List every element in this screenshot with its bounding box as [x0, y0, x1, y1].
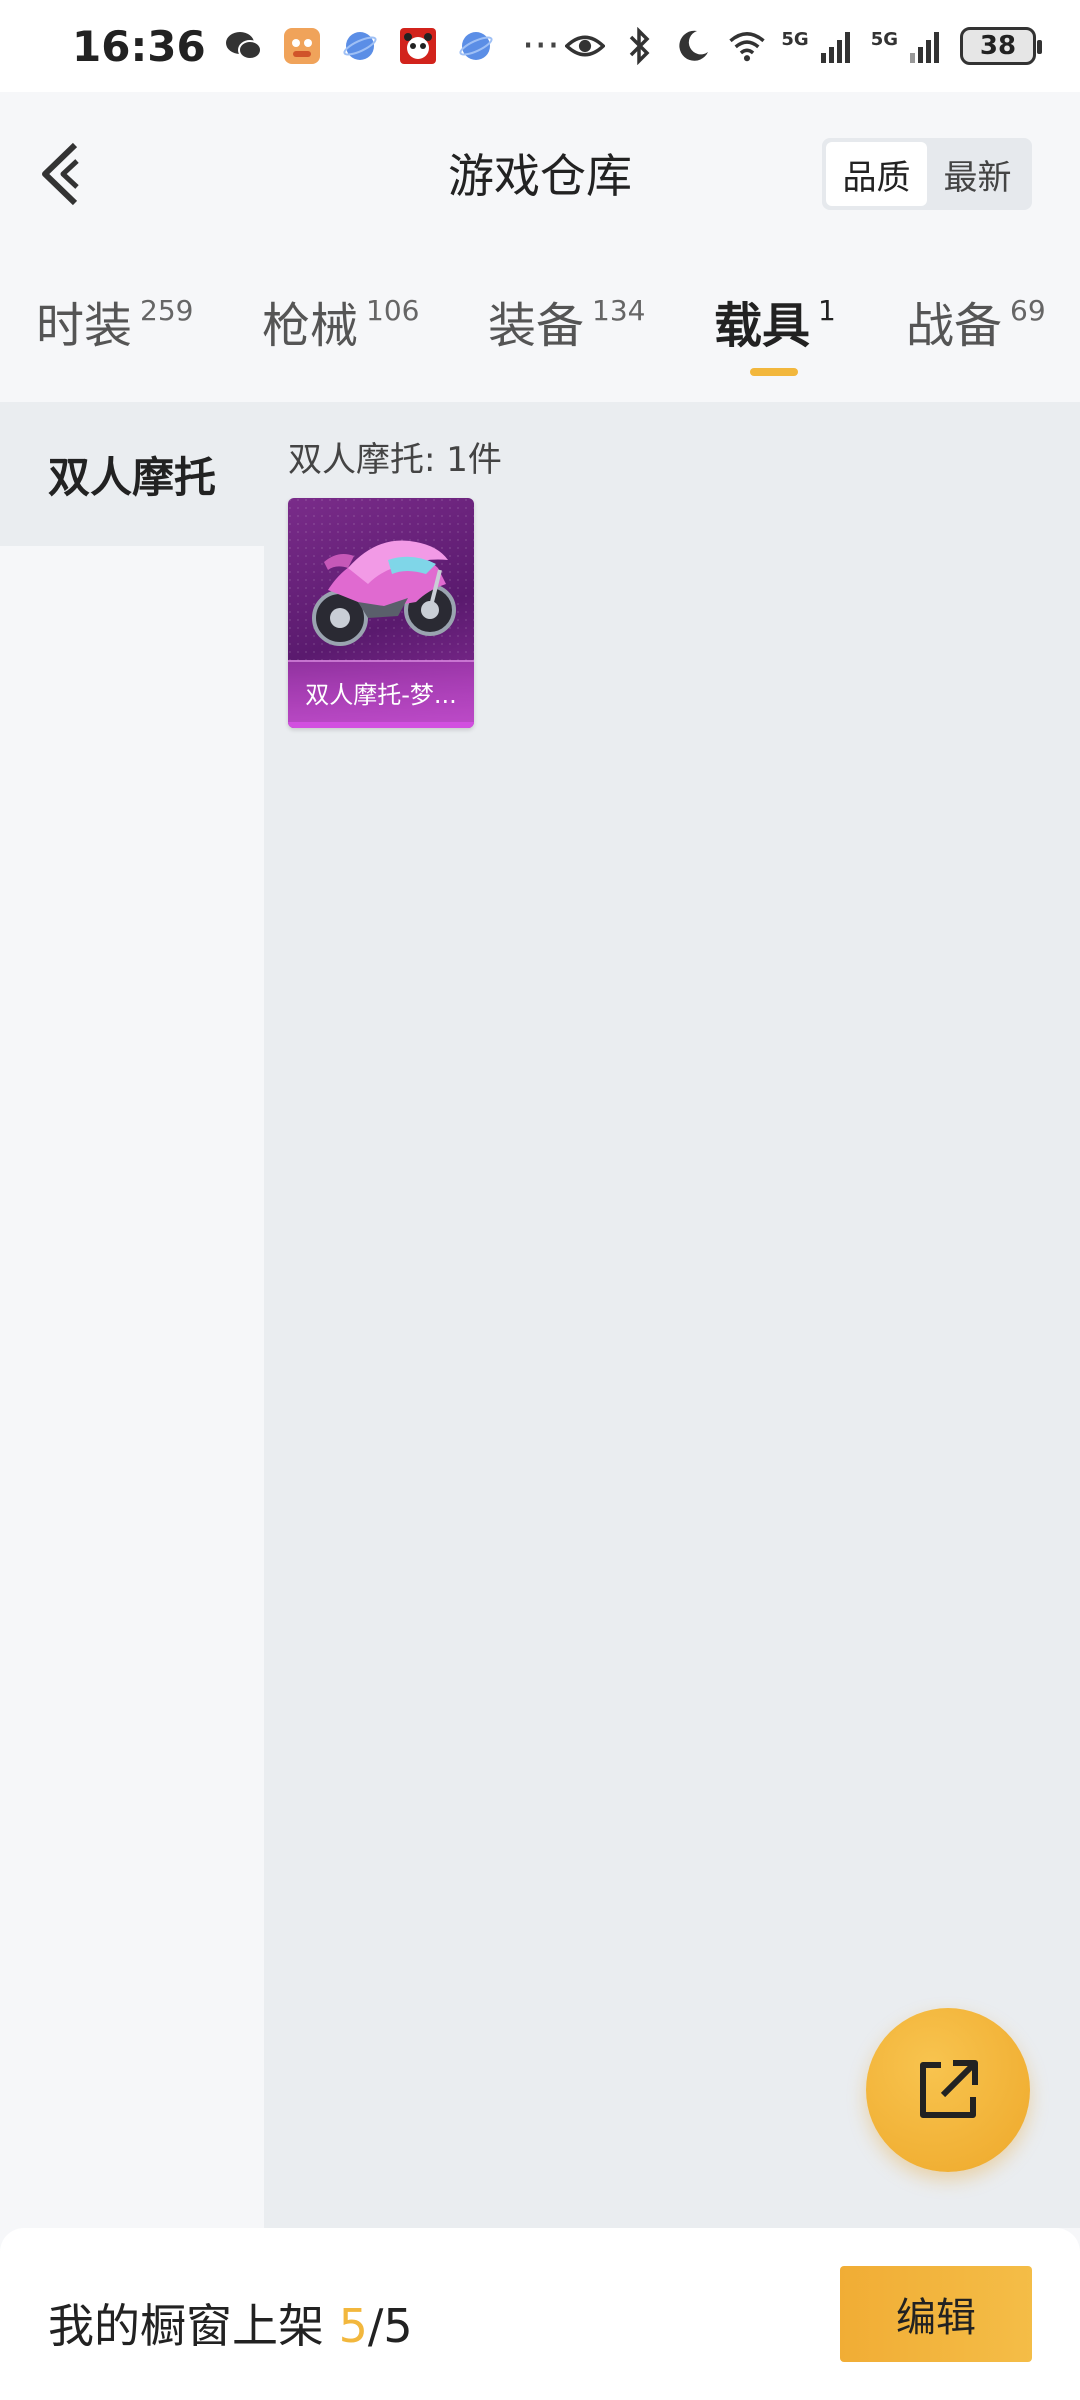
edit-button[interactable]: 编辑 [840, 2266, 1032, 2362]
motorcycle-image [288, 498, 474, 666]
sort-by-newest-button[interactable]: 最新 [927, 142, 1028, 206]
panda-app-icon [398, 26, 438, 66]
system-icons: 5G 5G 38 [565, 26, 1042, 66]
group-title: 双人摩托: 1件 [288, 440, 502, 480]
shelf-label: 我的橱窗上架 [48, 2299, 339, 2353]
status-time: 16:36 [72, 21, 206, 71]
tab-label: 装备 [488, 298, 585, 354]
sidebar-item-two-person-motorcycle[interactable]: 双人摩托 [0, 402, 264, 546]
tab-equipment[interactable]: 装备 134 [488, 296, 645, 356]
network-type-2: 5G [870, 29, 898, 50]
notification-icons: ··· [224, 26, 560, 66]
wifi-icon [727, 26, 767, 66]
tab-label: 载具 [714, 298, 811, 354]
tab-label: 枪械 [262, 298, 359, 354]
shelf-total: /5 [367, 2299, 413, 2353]
browser-icon [456, 26, 496, 66]
share-button[interactable] [866, 2008, 1030, 2172]
tab-label: 战备 [906, 298, 1003, 354]
shelf-status: 我的橱窗上架 5/5 [48, 2290, 413, 2356]
tab-count: 69 [1010, 294, 1046, 327]
item-name: 双人摩托-梦... [305, 680, 457, 709]
browser-icon [340, 26, 380, 66]
sort-toggle: 品质 最新 [822, 138, 1032, 210]
signal-icon [906, 26, 946, 66]
tab-firearms[interactable]: 枪械 106 [262, 296, 419, 356]
network-type-1: 5G [781, 29, 809, 50]
active-tab-indicator [750, 368, 798, 376]
moon-icon [673, 26, 713, 66]
tab-battle-gear[interactable]: 战备 69 [906, 296, 1046, 356]
wechat-icon [224, 26, 264, 66]
item-grid-area: 双人摩托: 1件 双人摩托-梦... [264, 402, 1080, 2228]
tab-count: 259 [140, 294, 194, 327]
item-card[interactable]: 双人摩托-梦... [288, 498, 474, 728]
status-bar: 16:36 ··· 5G 5G 38 [0, 0, 1080, 92]
tab-count: 1 [818, 294, 836, 327]
subcategory-sidebar: 双人摩托 [0, 402, 264, 2228]
eye-icon [565, 26, 606, 66]
signal-icon [817, 26, 857, 66]
header: 游戏仓库 品质 最新 [0, 92, 1080, 252]
share-external-icon [920, 2060, 978, 2118]
tab-count: 134 [592, 294, 646, 327]
shelf-current-count: 5 [338, 2299, 368, 2353]
tab-count: 106 [366, 294, 420, 327]
bluetooth-icon [619, 26, 659, 66]
category-tabs: 时装 259 枪械 106 装备 134 载具 1 战备 69 [0, 252, 1080, 402]
game-warehouse-screen: 16:36 ··· 5G 5G 38 游戏仓库 品质 最新 时装 259 枪械 … [0, 0, 1080, 2400]
sort-by-quality-button[interactable]: 品质 [826, 142, 927, 206]
tab-vehicles[interactable]: 载具 1 [714, 296, 836, 356]
battery-icon: 38 [960, 27, 1042, 65]
app-icon [282, 26, 322, 66]
tab-label: 时装 [36, 298, 133, 354]
tab-fashion[interactable]: 时装 259 [36, 296, 193, 356]
bottom-bar: 我的橱窗上架 5/5 编辑 [0, 2228, 1080, 2400]
rarity-strip [288, 722, 474, 728]
more-icon: ··· [521, 23, 560, 69]
battery-level: 38 [979, 31, 1017, 61]
item-name-bar: 双人摩托-梦... [288, 660, 474, 722]
